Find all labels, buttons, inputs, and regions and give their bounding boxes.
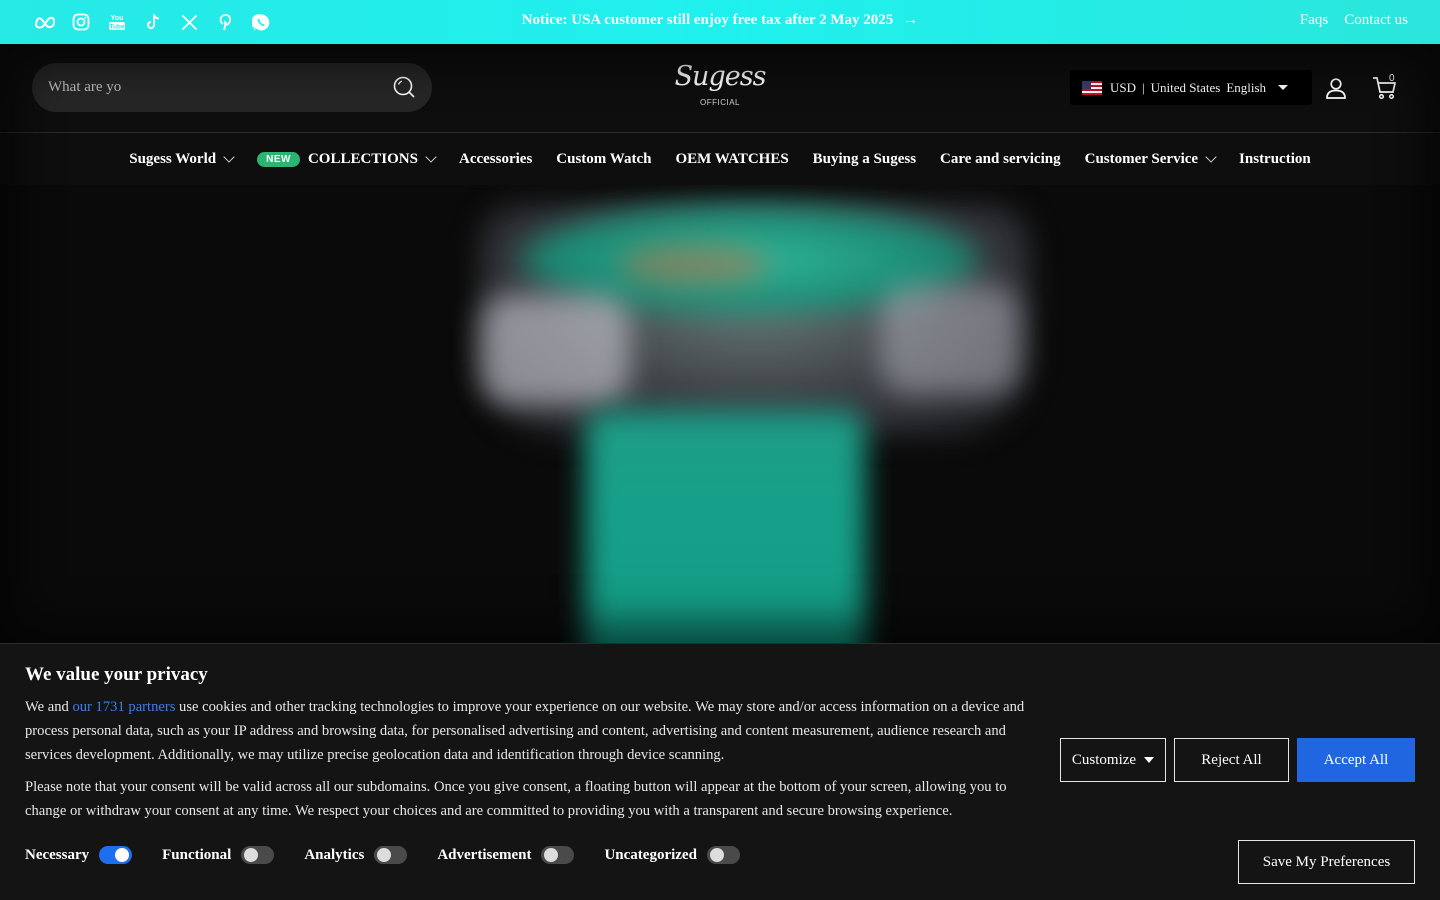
chevron-down-icon xyxy=(425,151,437,163)
country-label: United States xyxy=(1150,79,1221,95)
locale-separator: | xyxy=(1142,79,1145,95)
toggle-label: Functional xyxy=(162,846,232,863)
search-icon[interactable] xyxy=(392,75,416,99)
nav-item-oem-watches[interactable]: OEM WATCHES xyxy=(675,151,788,168)
nav-label: Custom Watch xyxy=(556,150,652,167)
consent-categories: Necessary Functional Analytics Advertise… xyxy=(25,846,740,864)
logo-subtitle: OFFICIAL xyxy=(699,98,740,107)
nav-label: Instruction xyxy=(1239,150,1311,167)
toggle-label: Advertisement xyxy=(437,846,532,863)
nav-item-collections[interactable]: NEW COLLECTIONS xyxy=(257,150,437,168)
us-flag-icon xyxy=(1082,80,1102,95)
uncategorized-switch[interactable] xyxy=(706,846,740,864)
necessary-switch[interactable] xyxy=(99,846,133,864)
reject-all-button[interactable]: Reject All xyxy=(1174,738,1289,782)
logo-wordmark: Sugess xyxy=(674,61,767,92)
customize-label: Customize xyxy=(1071,751,1137,768)
caret-down-icon xyxy=(1144,757,1155,763)
watch-lug-right-shape xyxy=(880,285,1020,395)
nav-item-instruction[interactable]: Instruction xyxy=(1239,151,1311,168)
nav-item-buying[interactable]: Buying a Sugess xyxy=(813,151,916,168)
caret-down-icon xyxy=(1278,85,1289,90)
cookie-text-start: We and xyxy=(25,699,73,715)
toggle-analytics: Analytics xyxy=(304,846,408,864)
watch-accent-shape xyxy=(620,245,770,285)
nav-item-accessories[interactable]: Accessories xyxy=(459,151,532,168)
toggle-necessary: Necessary xyxy=(25,846,133,864)
faqs-link[interactable]: Faqs xyxy=(1300,12,1328,29)
nav-item-sugess-world[interactable]: Sugess World xyxy=(129,150,235,168)
cookie-title: We value your privacy xyxy=(25,664,208,685)
search-input[interactable] xyxy=(48,63,378,112)
cookie-consent-banner: We value your privacy We and our 1731 pa… xyxy=(0,643,1440,900)
functional-switch[interactable] xyxy=(241,846,275,864)
nav-label: Customer Service xyxy=(1084,150,1199,167)
nav-item-customer-service[interactable]: Customer Service xyxy=(1084,150,1217,168)
nav-label: Accessories xyxy=(458,150,533,167)
partners-link[interactable]: our 1731 partners xyxy=(72,699,175,715)
search-bar xyxy=(32,63,432,112)
site-header: Sugess OFFICIAL USD | United States Engl… xyxy=(0,44,1440,133)
nav-label: OEM WATCHES xyxy=(675,150,789,167)
watch-lug-left-shape xyxy=(480,295,630,405)
nav-item-care[interactable]: Care and servicing xyxy=(940,151,1061,168)
toggle-label: Uncategorized xyxy=(604,846,697,863)
language-label: English xyxy=(1226,79,1267,95)
accept-all-button[interactable]: Accept All xyxy=(1297,738,1415,782)
nav-label: Buying a Sugess xyxy=(812,150,917,167)
toggle-label: Analytics xyxy=(304,846,365,863)
watch-strap-shape xyxy=(585,410,865,645)
announcement-bar: You Tube Notice: USA customer still enjoy… xyxy=(0,0,1440,44)
nav-label: Care and servicing xyxy=(940,150,1061,167)
notice-text: Notice: USA customer still enjoy free ta… xyxy=(521,12,894,28)
currency-label: USD xyxy=(1110,79,1137,95)
new-badge: NEW xyxy=(257,151,300,167)
toggle-label: Necessary xyxy=(25,846,90,863)
nav-label: Sugess World xyxy=(129,150,217,167)
contact-link[interactable]: Contact us xyxy=(1344,12,1408,29)
announcement-notice[interactable]: Notice: USA customer still enjoy free ta… xyxy=(0,12,1440,29)
toggle-uncategorized: Uncategorized xyxy=(604,846,740,864)
nav-item-custom-watch[interactable]: Custom Watch xyxy=(556,151,651,168)
toggle-advertisement: Advertisement xyxy=(437,846,575,864)
account-icon[interactable] xyxy=(1324,76,1348,100)
hero-banner-image[interactable] xyxy=(0,185,1440,645)
advertisement-switch[interactable] xyxy=(541,846,575,864)
top-links: Faqs Contact us xyxy=(1300,12,1408,29)
chevron-down-icon xyxy=(1205,151,1217,163)
arrow-right-icon: → xyxy=(903,12,919,28)
brand-logo[interactable]: Sugess OFFICIAL xyxy=(660,60,780,120)
nav-label: COLLECTIONS xyxy=(307,150,418,167)
toggle-functional: Functional xyxy=(162,846,275,864)
cookie-subdomain-note: Please note that your consent will be va… xyxy=(25,779,1007,819)
chevron-down-icon xyxy=(223,151,235,163)
cookie-description: We and our 1731 partners use cookies and… xyxy=(25,695,1045,767)
locale-selector[interactable]: USD | United States English xyxy=(1070,70,1312,105)
cookie-text-rest: use cookies and other tracking technolog… xyxy=(25,699,1025,763)
analytics-switch[interactable] xyxy=(374,846,408,864)
cart-count: 0 xyxy=(1389,73,1395,84)
main-nav: Sugess World NEW COLLECTIONS Accessories… xyxy=(0,133,1440,185)
save-preferences-button[interactable]: Save My Preferences xyxy=(1238,840,1415,884)
customize-button[interactable]: Customize xyxy=(1060,738,1166,782)
